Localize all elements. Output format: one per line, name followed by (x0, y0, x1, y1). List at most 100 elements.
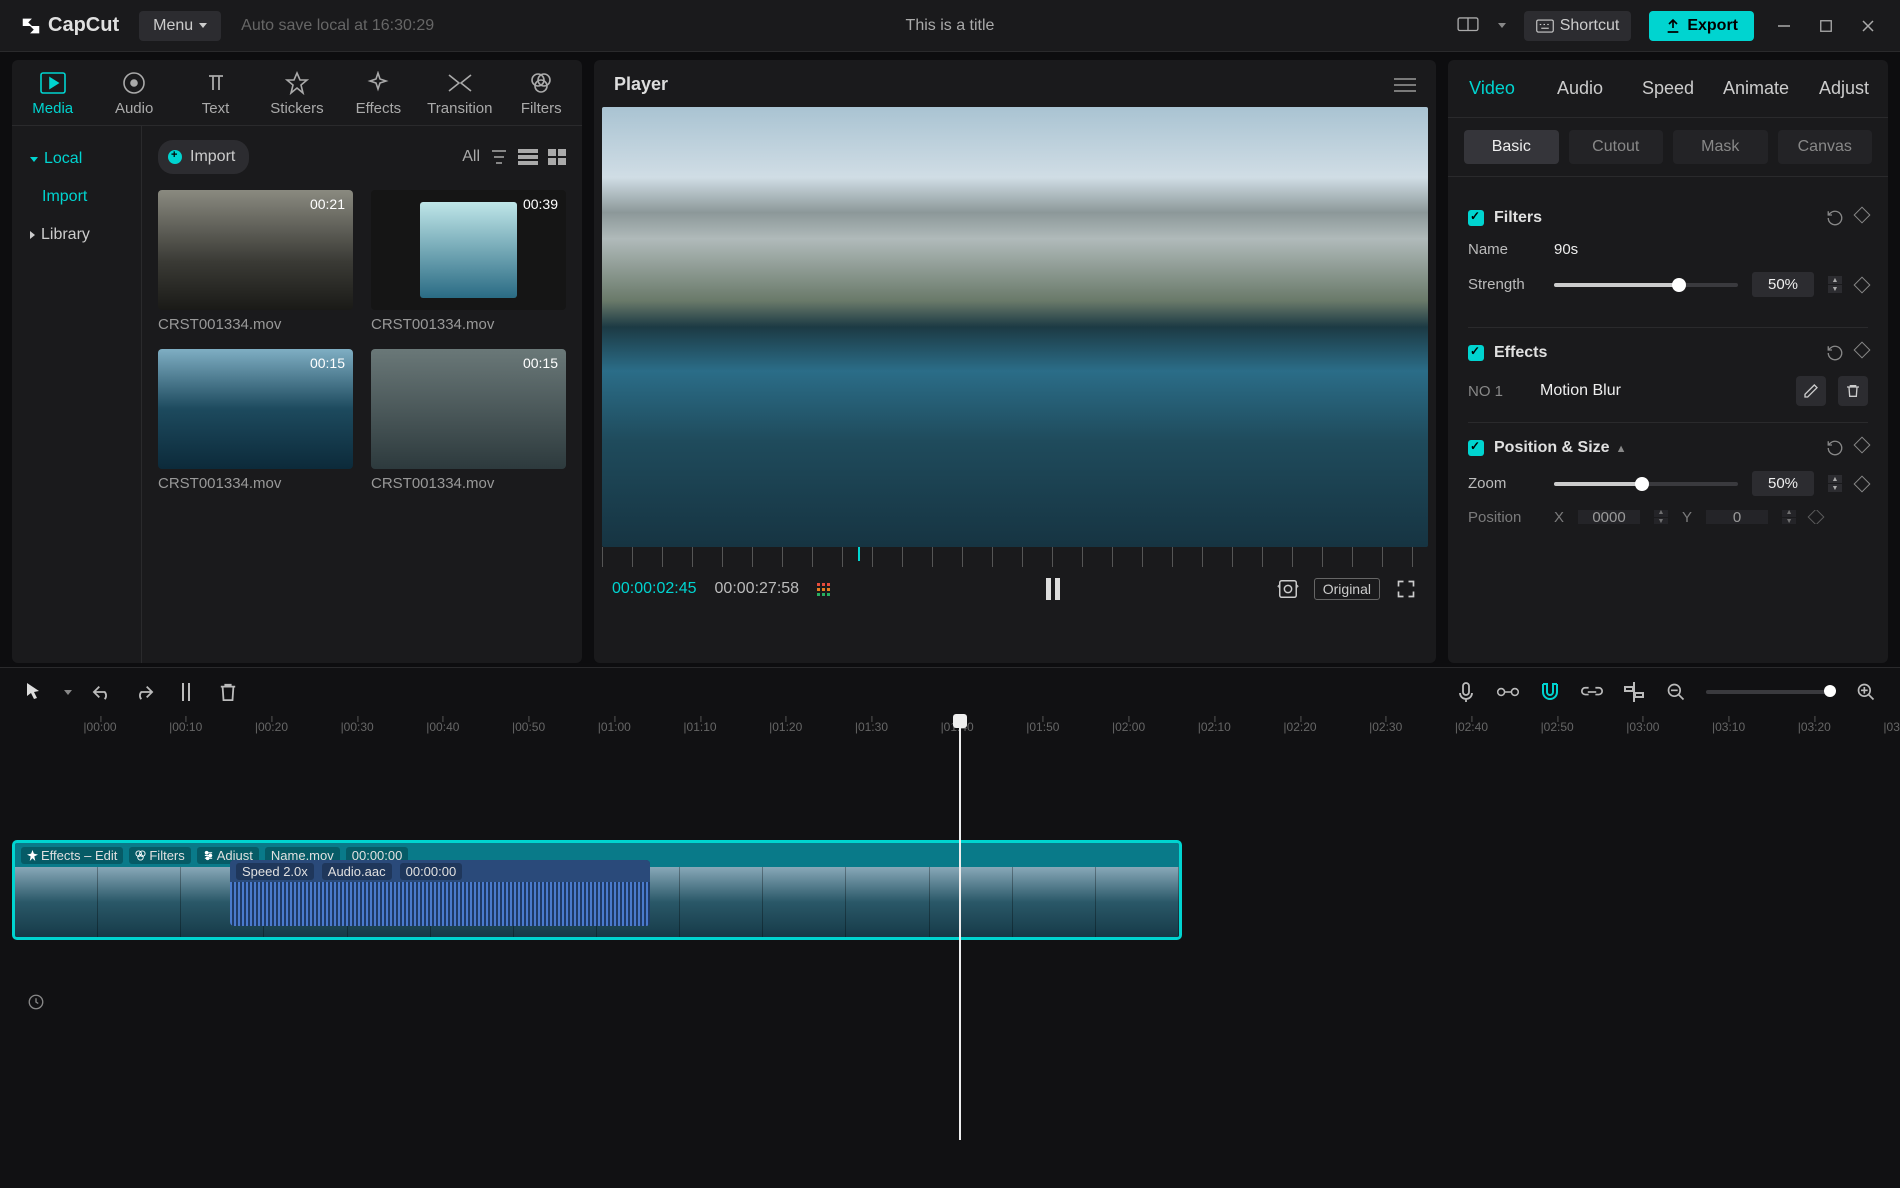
filters-title: Filters (1494, 209, 1826, 227)
sidebar-item-import[interactable]: Import (12, 178, 141, 216)
zoom-value[interactable]: 50% (1752, 471, 1814, 496)
tab-filters[interactable]: Filters (501, 60, 582, 125)
filters-checkbox[interactable] (1468, 210, 1484, 226)
edit-effect-button[interactable] (1796, 376, 1826, 406)
keyframe-icon[interactable] (1854, 207, 1871, 224)
tab-speed[interactable]: Speed (1624, 60, 1712, 117)
sidebar-item-local[interactable]: Local (12, 140, 141, 178)
tab-transition[interactable]: Transition (419, 60, 500, 125)
x-stepper[interactable]: ▲▼ (1654, 510, 1668, 524)
x-value[interactable]: 0000 (1578, 510, 1640, 524)
caret-icon (30, 231, 35, 239)
zoom-stepper[interactable]: ▲▼ (1828, 475, 1842, 492)
tab-video[interactable]: Video (1448, 60, 1536, 117)
tab-media[interactable]: Media (12, 60, 93, 125)
clip-filters-chip[interactable]: Filters (129, 847, 190, 864)
import-button[interactable]: Import (158, 140, 249, 174)
strength-value[interactable]: 50% (1752, 272, 1814, 297)
collapse-icon[interactable]: ▲ (1616, 443, 1627, 455)
delete-button[interactable] (216, 680, 240, 704)
layout-button[interactable] (1456, 14, 1480, 38)
view-grid-icon[interactable] (548, 149, 566, 165)
timeline: |00:00|00:10|00:20|00:30|00:40|00:50|01:… (0, 667, 1900, 1188)
shortcut-button[interactable]: Shortcut (1524, 11, 1632, 41)
tab-animate[interactable]: Animate (1712, 60, 1800, 117)
clip-effects-chip[interactable]: Effects – Edit (21, 847, 123, 864)
zoom-in-button[interactable] (1854, 680, 1878, 704)
zoom-slider[interactable] (1554, 482, 1738, 486)
play-pause-button[interactable] (1044, 578, 1062, 600)
tool-dropdown-icon[interactable] (64, 690, 72, 695)
filter-all[interactable]: All (462, 148, 480, 166)
effects-checkbox[interactable] (1468, 345, 1484, 361)
keyframe-icon[interactable] (1854, 475, 1871, 492)
player-menu-icon[interactable] (1394, 77, 1416, 93)
tab-effects-label: Effects (356, 100, 402, 117)
subtab-cutout[interactable]: Cutout (1569, 130, 1664, 164)
subtab-canvas[interactable]: Canvas (1778, 130, 1873, 164)
media-thumbnail: 00:15 (158, 349, 353, 469)
y-value[interactable]: 0 (1706, 510, 1768, 524)
original-quality-badge[interactable]: Original (1314, 578, 1380, 600)
undo-button[interactable] (90, 680, 114, 704)
tab-text[interactable]: Text (175, 60, 256, 125)
maximize-button[interactable] (1814, 14, 1838, 38)
tab-effects[interactable]: Effects (338, 60, 419, 125)
position-checkbox[interactable] (1468, 440, 1484, 456)
subtab-basic[interactable]: Basic (1464, 130, 1559, 164)
effect-index-label: NO 1 (1468, 383, 1528, 400)
export-button[interactable]: Export (1649, 11, 1754, 41)
subtab-mask[interactable]: Mask (1673, 130, 1768, 164)
minimize-button[interactable] (1772, 14, 1796, 38)
timeline-zoom-slider[interactable] (1706, 690, 1836, 694)
audio-clip[interactable]: Speed 2.0x Audio.aac 00:00:00 (230, 860, 650, 926)
layout-chevron-icon[interactable] (1498, 23, 1506, 28)
keyframe-icon[interactable] (1808, 510, 1825, 524)
align-button[interactable] (1622, 680, 1646, 704)
tab-audio-inspector[interactable]: Audio (1536, 60, 1624, 117)
view-list-icon[interactable] (518, 149, 538, 165)
split-button[interactable] (174, 680, 198, 704)
sort-icon[interactable] (490, 149, 508, 165)
strength-slider[interactable] (1554, 283, 1738, 287)
keyframe-icon[interactable] (1854, 342, 1871, 359)
filters-section: Filters Name 90s Strength 50% ▲▼ (1468, 193, 1868, 328)
keyframe-icon[interactable] (1854, 437, 1871, 454)
playhead[interactable] (959, 716, 961, 1140)
reset-icon[interactable] (1826, 209, 1844, 227)
delete-effect-button[interactable] (1838, 376, 1868, 406)
strength-stepper[interactable]: ▲▼ (1828, 276, 1842, 293)
y-stepper[interactable]: ▲▼ (1782, 510, 1796, 524)
reset-icon[interactable] (1826, 439, 1844, 457)
tab-audio[interactable]: Audio (93, 60, 174, 125)
magnet-button[interactable] (1538, 680, 1562, 704)
media-item[interactable]: 00:15 CRST001334.mov (158, 349, 353, 492)
fullscreen-button[interactable] (1394, 577, 1418, 601)
video-preview[interactable] (602, 107, 1428, 547)
record-voiceover-button[interactable] (1454, 680, 1478, 704)
media-thumbnail: 00:39 (371, 190, 566, 310)
media-item[interactable]: 00:39 CRST001334.mov (371, 190, 566, 333)
menu-button[interactable]: Menu (139, 11, 221, 41)
audio-track-icon[interactable] (24, 990, 48, 1014)
sidebar-item-library[interactable]: Library (12, 216, 141, 254)
media-item[interactable]: 00:21 CRST001334.mov (158, 190, 353, 333)
redo-button[interactable] (132, 680, 156, 704)
tab-adjust[interactable]: Adjust (1800, 60, 1888, 117)
selection-tool-button[interactable] (22, 680, 46, 704)
preview-ruler[interactable] (602, 547, 1428, 567)
timeline-ruler[interactable]: |00:00|00:10|00:20|00:30|00:40|00:50|01:… (0, 716, 1900, 740)
tab-stickers[interactable]: Stickers (256, 60, 337, 125)
media-item[interactable]: 00:15 CRST001334.mov (371, 349, 566, 492)
close-button[interactable] (1856, 14, 1880, 38)
snapshot-button[interactable] (1276, 577, 1300, 601)
x-label: X (1554, 510, 1564, 524)
keyframe-icon[interactable] (1854, 276, 1871, 293)
position-label: Position (1468, 510, 1540, 524)
link-button[interactable] (1496, 680, 1520, 704)
zoom-out-button[interactable] (1664, 680, 1688, 704)
timeline-tracks: Effects – Edit Filters Adjust Name.mov 0… (0, 740, 1900, 840)
link-clips-button[interactable] (1580, 680, 1604, 704)
reset-icon[interactable] (1826, 344, 1844, 362)
project-title[interactable]: This is a title (906, 17, 995, 35)
